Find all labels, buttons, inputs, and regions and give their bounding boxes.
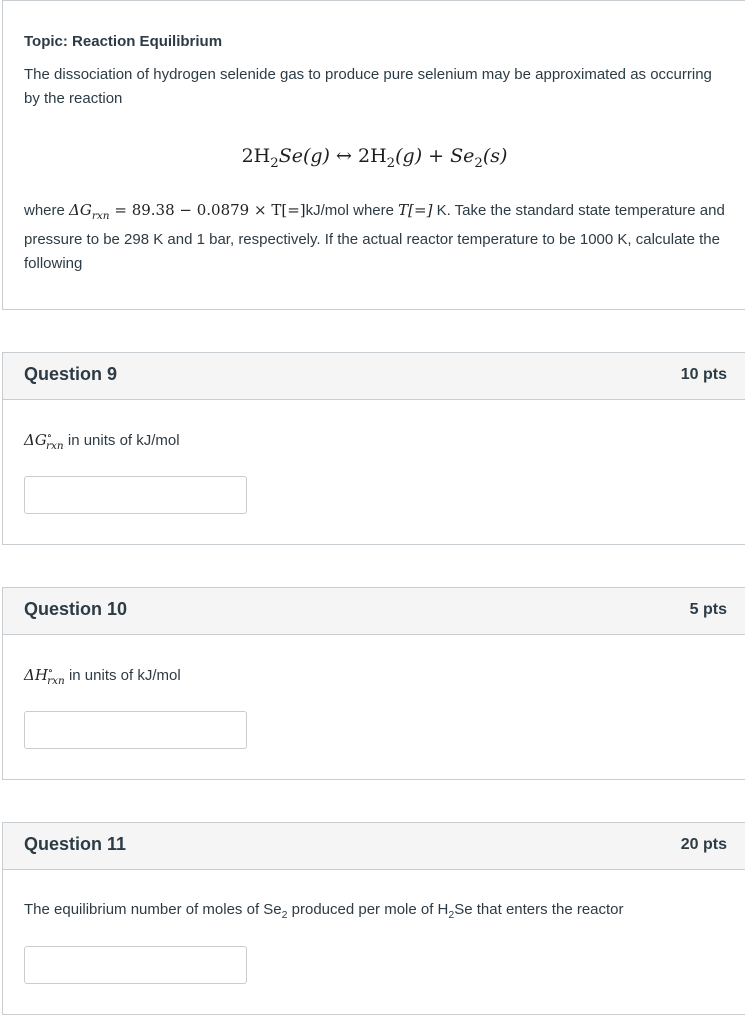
answer-input[interactable]: [24, 711, 247, 749]
enthalpy-standard-symbol: ΔH∘rxn: [24, 665, 65, 687]
answer-input[interactable]: [24, 946, 247, 984]
question-header: Question 10 5 pts: [3, 588, 745, 635]
reaction-reactant: Se(g): [278, 145, 330, 167]
intro-paragraph: The dissociation of hydrogen selenide ga…: [24, 66, 712, 107]
topic-card: Topic: Reaction Equilibrium The dissocia…: [2, 0, 745, 310]
equilibrium-arrow-icon: ↔: [336, 145, 352, 167]
gibbs-expression: = 89.38 − 0.0879 × T[=]: [114, 200, 306, 219]
reaction-product: (g) + Se: [395, 145, 475, 167]
where-text: where: [24, 201, 65, 219]
prompt-text: The equilibrium number of moles of Se: [24, 901, 282, 918]
topic-title: Topic: Reaction Equilibrium: [24, 33, 223, 50]
symbol-sub: rxn: [47, 675, 65, 687]
prompt-text: Se that enters the reactor: [454, 901, 624, 918]
question-title: Question 10: [24, 599, 128, 619]
question-title: Question 11: [24, 834, 127, 854]
unit-text: kJ/mol where: [305, 201, 394, 219]
quiz-page: Topic: Reaction Equilibrium The dissocia…: [0, 0, 745, 1017]
gibbs-standard-symbol: ΔG∘rxn: [24, 430, 64, 452]
question-header: Question 11 20 pts: [3, 823, 745, 870]
gibbs-symbol: ΔG: [69, 200, 92, 219]
reaction-sub: 2: [270, 155, 279, 171]
question-header: Question 9 10 pts: [3, 353, 745, 400]
question-prompt: ΔH∘rxn in units of kJ/mol: [24, 665, 181, 687]
question-11-card: Question 11 20 pts The equilibrium numbe…: [2, 822, 745, 1015]
reaction-sub: 2: [474, 155, 483, 171]
conditions-paragraph: where ΔGrxn = 89.38 − 0.0879 × T[=]kJ/mo…: [24, 198, 725, 276]
symbol-sub: rxn: [45, 440, 64, 452]
question-prompt: ΔG∘rxn in units of kJ/mol: [24, 430, 180, 452]
question-title: Question 9: [24, 364, 118, 384]
prompt-text: in units of kJ/mol: [68, 667, 181, 684]
symbol-text: ΔH: [24, 666, 48, 684]
gibbs-sub: rxn: [91, 209, 110, 222]
prompt-text: in units of kJ/mol: [67, 432, 180, 449]
temperature-symbol: T[=]: [398, 200, 433, 219]
symbol-text: ΔG: [24, 431, 47, 449]
question-points: 10 pts: [680, 366, 727, 383]
prompt-sub: 2: [281, 909, 288, 921]
question-9-card: Question 9 10 pts ΔG∘rxn in units of kJ/…: [2, 352, 745, 545]
question-points: 20 pts: [680, 836, 727, 853]
reaction-sub: 2: [386, 155, 396, 171]
gibbs-equation: ΔGrxn = 89.38 − 0.0879 × T[=]: [69, 200, 306, 222]
question-10-card: Question 10 5 pts ΔH∘rxn in units of kJ/…: [2, 587, 745, 780]
question-points: 5 pts: [689, 601, 727, 618]
prompt-text: produced per mole of H: [291, 901, 449, 918]
reaction-coef: 2H: [241, 145, 271, 167]
answer-input[interactable]: [24, 476, 247, 514]
reaction-coef: 2H: [357, 145, 387, 167]
question-prompt: The equilibrium number of moles of Se2 p…: [24, 901, 624, 921]
reaction-product-phase: (s): [482, 145, 508, 167]
reaction-equation: 2H2Se(g) ↔ 2H2(g) + Se2(s): [24, 145, 725, 171]
